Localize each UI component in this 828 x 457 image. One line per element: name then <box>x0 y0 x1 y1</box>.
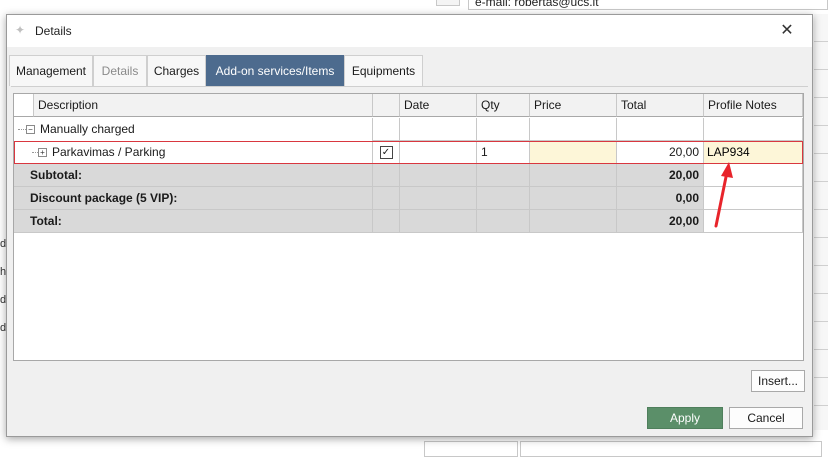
background-bottom-field[interactable] <box>520 441 822 457</box>
item-qty[interactable]: 1 <box>477 141 530 164</box>
plus-box-icon[interactable]: + <box>38 148 47 158</box>
summary-row-total: Total: 20,00 <box>14 210 803 233</box>
summary-cell <box>477 164 530 187</box>
apply-button[interactable]: Apply <box>647 407 723 429</box>
summary-label: Discount package (5 VIP): <box>14 187 373 210</box>
summary-cell <box>373 164 400 187</box>
tab-management[interactable]: Management <box>9 55 93 86</box>
summary-cell <box>400 187 477 210</box>
item-description: Parkavimas / Parking <box>52 145 166 159</box>
item-description-cell[interactable]: + Parkavimas / Parking <box>14 141 373 164</box>
summary-total: 20,00 <box>617 210 704 233</box>
services-grid[interactable]: Description Date Qty Price Total Profile… <box>13 93 804 361</box>
summary-cell <box>373 187 400 210</box>
summary-note <box>704 164 803 187</box>
grid-cell[interactable] <box>477 118 530 141</box>
checked-checkbox-icon[interactable]: ✓ <box>379 146 393 160</box>
grid-header: Description Date Qty Price Total Profile… <box>14 94 803 117</box>
tab-details[interactable]: Details <box>93 55 147 86</box>
tab-add-on-services[interactable]: Add-on services/Items <box>206 55 344 86</box>
summary-cell <box>373 210 400 233</box>
item-checkbox-cell[interactable]: ✓ <box>373 141 400 164</box>
summary-cell <box>530 164 617 187</box>
summary-total: 0,00 <box>617 187 704 210</box>
summary-row-subtotal: Subtotal: 20,00 <box>14 164 803 187</box>
close-button[interactable]: ✕ <box>769 19 805 43</box>
background-bottom-field[interactable] <box>424 441 518 457</box>
grid-cell[interactable] <box>530 118 617 141</box>
summary-row-discount: Discount package (5 VIP): 0,00 <box>14 187 803 210</box>
title-bar[interactable]: ✦ Details ✕ <box>7 15 812 47</box>
grid-cell[interactable] <box>704 118 803 141</box>
item-date[interactable] <box>400 141 477 164</box>
summary-label: Total: <box>14 210 373 233</box>
item-profile-note-cell[interactable] <box>704 141 803 164</box>
summary-note <box>704 210 803 233</box>
cancel-button[interactable]: Cancel <box>729 407 803 429</box>
dialog-title: Details <box>35 24 72 38</box>
grid-cell[interactable] <box>400 118 477 141</box>
group-label: Manually charged <box>40 122 135 136</box>
tab-charges[interactable]: Charges <box>147 55 206 86</box>
column-qty[interactable]: Qty <box>477 94 530 117</box>
summary-cell <box>530 210 617 233</box>
column-date[interactable]: Date <box>400 94 477 117</box>
header-indicator <box>14 94 34 117</box>
group-cell[interactable]: − Manually charged <box>14 118 373 141</box>
summary-cell <box>400 210 477 233</box>
item-row[interactable]: + Parkavimas / Parking ✓ 1 20,00 <box>14 141 803 164</box>
column-price[interactable]: Price <box>530 94 617 117</box>
item-total[interactable]: 20,00 <box>617 141 704 164</box>
insert-button[interactable]: Insert... <box>751 370 805 392</box>
sparkle-icon: ✦ <box>15 23 26 37</box>
details-dialog: ✦ Details ✕ Management Details Charges A… <box>6 14 813 437</box>
tab-divider <box>11 86 808 87</box>
item-price[interactable] <box>530 141 617 164</box>
column-profile-notes[interactable]: Profile Notes <box>704 94 803 117</box>
summary-label: Subtotal: <box>14 164 373 187</box>
summary-note <box>704 187 803 210</box>
tab-equipments[interactable]: Equipments <box>344 55 423 86</box>
summary-cell <box>530 187 617 210</box>
background-email-field[interactable]: e-mail: robertas@ucs.lt <box>468 0 828 10</box>
summary-cell <box>477 210 530 233</box>
background-ellipsis-button[interactable]: ... <box>436 0 460 6</box>
grid-cell[interactable] <box>617 118 704 141</box>
grid-cell[interactable] <box>373 118 400 141</box>
summary-cell <box>400 164 477 187</box>
summary-cell <box>477 187 530 210</box>
group-row[interactable]: − Manually charged <box>14 118 803 141</box>
summary-total: 20,00 <box>617 164 704 187</box>
column-description[interactable]: Description <box>34 94 373 117</box>
profile-note-input[interactable] <box>704 141 802 163</box>
tree-connector <box>18 129 26 131</box>
background-right-strip <box>814 14 828 430</box>
column-total[interactable]: Total <box>617 94 704 117</box>
column-checkbox[interactable] <box>373 94 400 117</box>
minus-box-icon[interactable]: − <box>26 125 35 135</box>
